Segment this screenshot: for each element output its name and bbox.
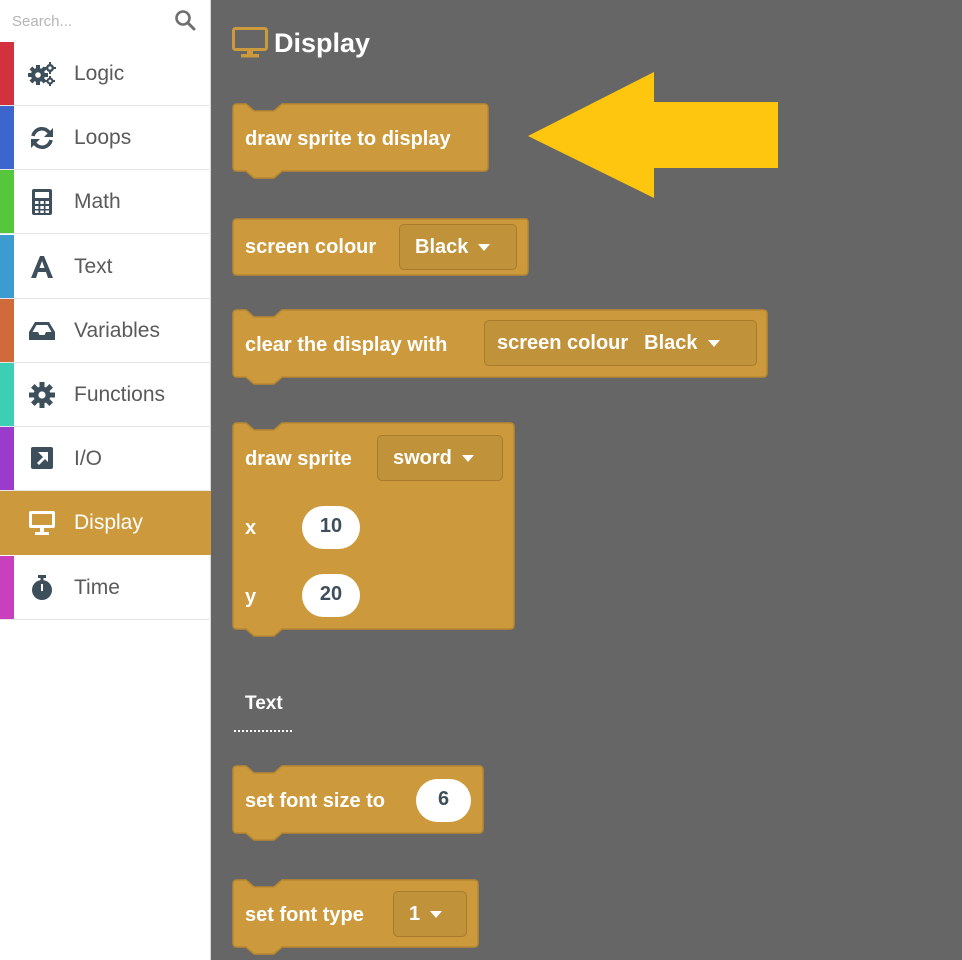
category-color-strip (0, 42, 14, 105)
stopwatch-icon (32, 575, 52, 600)
x-number-input[interactable]: 10 (302, 506, 360, 549)
reporter-label: screen colour (497, 332, 629, 354)
sidebar-item-logic[interactable]: Logic (0, 42, 211, 106)
inbox-icon (29, 322, 55, 340)
colour-dropdown-value[interactable]: Black (644, 332, 697, 354)
font-type-dropdown[interactable]: 1 (393, 891, 467, 937)
search-icon[interactable] (174, 9, 196, 31)
gears-icon (28, 62, 56, 86)
category-color-strip (0, 106, 14, 169)
sidebar-item-label: Functions (74, 383, 166, 406)
chevron-down-icon (707, 340, 720, 348)
letter-a-icon (31, 256, 53, 278)
sidebar-item-loops[interactable]: Loops (0, 106, 211, 170)
sidebar-item-label: Text (74, 255, 113, 278)
category-color-strip (0, 363, 14, 426)
category-color-strip (0, 299, 14, 362)
arrow-annotation (528, 72, 778, 198)
category-sidebar: Logic Loops Math Text (0, 0, 211, 960)
sidebar-item-label: Variables (74, 319, 160, 342)
block-label: set font type (245, 904, 364, 926)
external-link-icon (31, 447, 53, 469)
category-color-strip (0, 427, 14, 490)
colour-dropdown[interactable]: Black (399, 224, 517, 270)
sidebar-item-label: I/O (74, 447, 103, 470)
block-label: draw sprite (245, 448, 352, 470)
refresh-icon (31, 127, 53, 149)
block-label: set font size to (245, 790, 386, 812)
sidebar-item-functions[interactable]: Functions (0, 363, 211, 427)
sidebar-item-io[interactable]: I/O (0, 427, 211, 491)
sidebar-item-label: Math (74, 190, 121, 213)
y-number-input[interactable]: 20 (302, 574, 360, 617)
sidebar-item-label: Time (74, 576, 120, 599)
sidebar-item-display[interactable]: Display (0, 491, 211, 555)
block-label: clear the display with (245, 334, 448, 356)
chevron-down-icon (430, 911, 443, 919)
sidebar-item-label: Logic (74, 62, 125, 85)
search-input[interactable] (10, 8, 164, 34)
monitor-icon (29, 511, 55, 535)
section-underline (234, 730, 292, 732)
sidebar-item-time[interactable]: Time (0, 556, 211, 620)
screen-colour-reporter[interactable]: screen colour Black (484, 320, 757, 366)
gear-icon (29, 382, 55, 408)
search-box (0, 0, 211, 42)
category-color-strip (0, 235, 14, 298)
section-label-text: Text (245, 693, 283, 714)
calculator-icon (32, 189, 52, 215)
chevron-down-icon (478, 244, 491, 252)
y-label: y (245, 586, 257, 608)
sprite-dropdown[interactable]: sword (377, 435, 503, 481)
x-label: x (245, 517, 257, 539)
category-color-strip (0, 491, 14, 554)
sidebar-item-math[interactable]: Math (0, 170, 211, 234)
monitor-icon (232, 27, 268, 58)
chevron-down-icon (461, 455, 474, 463)
sidebar-item-label: Display (74, 511, 143, 534)
category-color-strip (0, 170, 14, 233)
font-size-input[interactable]: 6 (416, 779, 471, 822)
sidebar-item-variables[interactable]: Variables (0, 299, 211, 363)
category-color-strip (0, 556, 14, 619)
sidebar-item-text[interactable]: Text (0, 235, 211, 299)
block-label: screen colour (245, 236, 377, 258)
sidebar-item-label: Loops (74, 126, 132, 149)
block-label: draw sprite to display (245, 128, 451, 150)
flyout-title: Display (274, 28, 371, 58)
